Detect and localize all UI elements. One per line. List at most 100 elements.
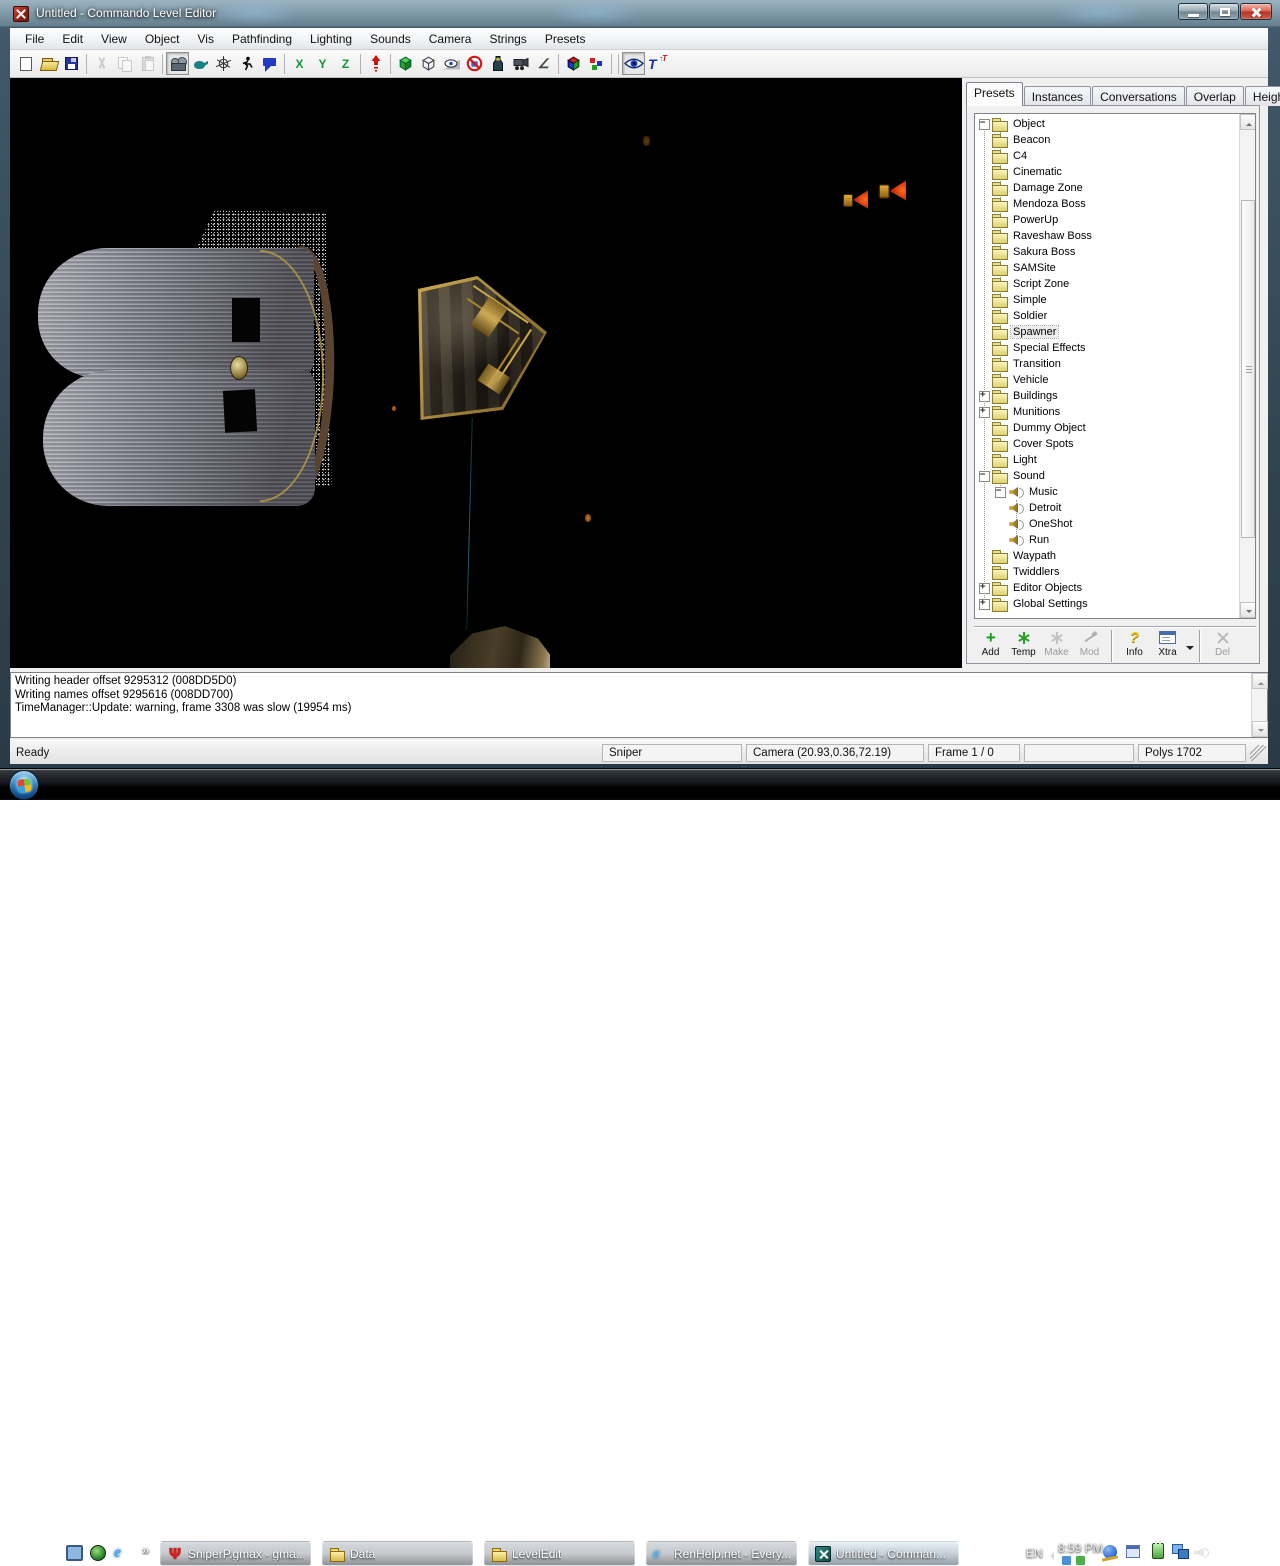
character-mode-button[interactable] <box>235 52 258 75</box>
task-sniperp-gmax[interactable]: ΨSniperP.gmax - gma... <box>160 1541 311 1566</box>
start-button[interactable] <box>9 770 39 800</box>
waypath-line[interactable] <box>466 418 473 630</box>
save-button[interactable] <box>60 52 83 75</box>
scroll-down-arrow[interactable] <box>1240 602 1256 618</box>
tree-item-cover-spots[interactable]: Cover Spots <box>976 436 1238 452</box>
viewport[interactable] <box>10 78 962 668</box>
menu-camera[interactable]: Camera <box>420 29 481 49</box>
tree-item-script-zone[interactable]: Script Zone <box>976 276 1238 292</box>
axis-z-button[interactable]: Z <box>334 52 357 75</box>
temp-button[interactable]: Temp <box>1007 629 1040 663</box>
object-marker[interactable] <box>643 136 650 146</box>
update-icon[interactable] <box>1103 1545 1117 1559</box>
tree-item-sakura-boss[interactable]: Sakura Boss <box>976 244 1238 260</box>
tree-item-detroit[interactable]: Detroit <box>976 500 1238 516</box>
tree-item-run[interactable]: Run <box>976 532 1238 548</box>
tray-app-icon[interactable] <box>1076 1556 1085 1565</box>
tree-item-simple[interactable]: Simple <box>976 292 1238 308</box>
tray-app-icon[interactable] <box>1062 1556 1071 1565</box>
camera-dolly-button[interactable] <box>509 52 532 75</box>
xtra-button[interactable]: Xtra <box>1151 629 1184 663</box>
power-plug-icon[interactable] <box>1152 1543 1164 1559</box>
tree-item-powerup[interactable]: PowerUp <box>976 212 1238 228</box>
menu-object[interactable]: Object <box>136 29 189 49</box>
menu-file[interactable]: File <box>16 29 53 49</box>
bottom-structure[interactable] <box>450 626 550 668</box>
comment-flag-button[interactable] <box>258 52 281 75</box>
volume-icon[interactable] <box>1194 1545 1209 1559</box>
menu-view[interactable]: View <box>92 29 136 49</box>
new-button[interactable] <box>14 52 37 75</box>
tree-item-buildings[interactable]: Buildings <box>976 388 1238 404</box>
tree-item-beacon[interactable]: Beacon <box>976 132 1238 148</box>
object-marker[interactable] <box>585 514 591 522</box>
tree-item-object[interactable]: Object <box>976 116 1238 132</box>
visibility-eye-button[interactable] <box>440 52 463 75</box>
tree-item-cinematic[interactable]: Cinematic <box>976 164 1238 180</box>
sound-emitter-marker[interactable] <box>843 190 869 210</box>
tree-item-spawner[interactable]: Spawner <box>976 324 1238 340</box>
vertex-colors-button[interactable] <box>585 52 608 75</box>
open-button[interactable] <box>37 52 60 75</box>
xtra-dropdown-arrow[interactable] <box>1186 646 1194 654</box>
tree-item-munitions[interactable]: Munitions <box>976 404 1238 420</box>
scrollbar-thumb[interactable] <box>1241 200 1255 538</box>
tree-item-soldier[interactable]: Soldier <box>976 308 1238 324</box>
network-icon[interactable] <box>1172 1544 1188 1559</box>
tab-heightfield[interactable]: Heightfield <box>1245 86 1280 106</box>
text-labels-button[interactable]: T <box>645 52 668 75</box>
tree-scrollbar[interactable] <box>1239 114 1255 618</box>
tree-item-editor-objects[interactable]: Editor Objects <box>976 580 1238 596</box>
rgb-cube-button[interactable] <box>562 52 585 75</box>
show-desktop-icon[interactable] <box>66 1545 83 1561</box>
collapse-icon[interactable] <box>992 484 1008 500</box>
close-button[interactable] <box>1240 3 1272 20</box>
tree-item-special-effects[interactable]: Special Effects <box>976 340 1238 356</box>
expand-icon[interactable] <box>976 580 992 596</box>
tab-conversations[interactable]: Conversations <box>1092 86 1185 106</box>
light-flare-button[interactable] <box>486 52 509 75</box>
tab-instances[interactable]: Instances <box>1024 86 1091 106</box>
wireframe-view-button[interactable] <box>417 52 440 75</box>
hex-block-object[interactable] <box>420 278 545 418</box>
add-button[interactable]: +Add <box>974 629 1007 663</box>
tree-item-waypath[interactable]: Waypath <box>976 548 1238 564</box>
material-mode-button[interactable] <box>189 52 212 75</box>
tree-item-damage-zone[interactable]: Damage Zone <box>976 180 1238 196</box>
quick-launch-overflow[interactable]: » <box>142 1542 149 1557</box>
scroll-up-arrow[interactable] <box>1252 673 1268 689</box>
hidden-icons-chevron[interactable] <box>1046 1552 1054 1560</box>
task-leveledit-folder[interactable]: LevelEdit <box>484 1541 635 1566</box>
collapse-icon[interactable] <box>976 116 992 132</box>
angle-snap-button[interactable]: ∠ <box>532 52 555 75</box>
tree-item-raveshaw-boss[interactable]: Raveshaw Boss <box>976 228 1238 244</box>
expand-icon[interactable] <box>976 388 992 404</box>
task-renhelp-browser[interactable]: eRenHelp.net - Every... <box>646 1541 797 1566</box>
camera-mode-button[interactable] <box>166 52 189 75</box>
scroll-down-arrow[interactable] <box>1252 721 1268 737</box>
menu-strings[interactable]: Strings <box>480 29 535 49</box>
solid-view-button[interactable] <box>394 52 417 75</box>
sound-emitter-marker[interactable] <box>879 180 908 202</box>
language-indicator[interactable]: EN <box>1026 1546 1043 1560</box>
menu-sounds[interactable]: Sounds <box>361 29 420 49</box>
axis-x-button[interactable]: X <box>288 52 311 75</box>
object-marker[interactable] <box>392 406 396 411</box>
scroll-up-arrow[interactable] <box>1240 114 1256 130</box>
axis-y-button[interactable]: Y <box>311 52 334 75</box>
messenger-icon[interactable] <box>1126 1545 1140 1558</box>
tree-item-sound[interactable]: Sound <box>976 468 1238 484</box>
visibility-disable-button[interactable] <box>463 52 486 75</box>
internet-explorer-icon[interactable]: e <box>114 1545 131 1561</box>
log-scrollbar[interactable] <box>1251 673 1267 737</box>
tree-item-oneshot[interactable]: OneShot <box>976 516 1238 532</box>
menu-edit[interactable]: Edit <box>53 29 92 49</box>
tree-item-samsite[interactable]: SAMSite <box>976 260 1238 276</box>
tree-item-mendoza-boss[interactable]: Mendoza Boss <box>976 196 1238 212</box>
output-log[interactable]: Writing header offset 9295312 (008DD5D0)… <box>10 672 1268 738</box>
expand-icon[interactable] <box>976 404 992 420</box>
eye-toggle-button[interactable] <box>622 52 645 75</box>
menu-vis[interactable]: Vis <box>189 29 223 49</box>
info-button[interactable]: ?Info <box>1118 629 1151 663</box>
task-commando-editor[interactable]: Untitled - Comman... <box>808 1541 959 1566</box>
